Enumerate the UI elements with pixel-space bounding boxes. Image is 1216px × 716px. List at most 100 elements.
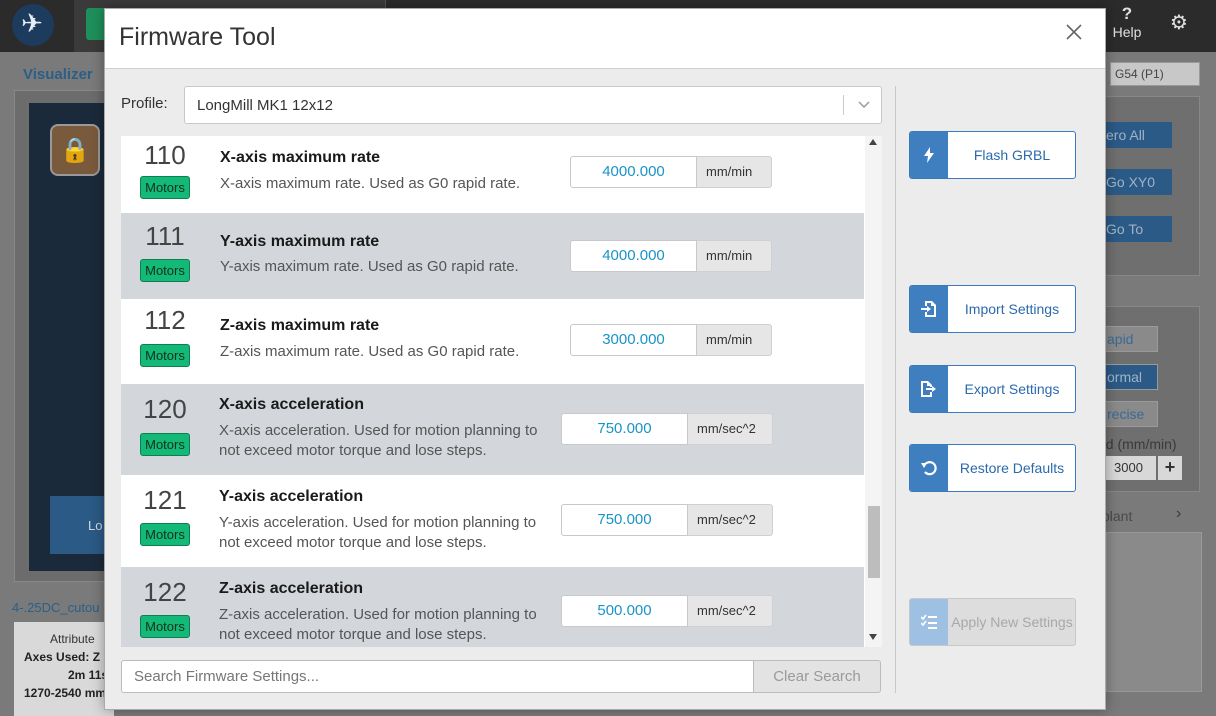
file-name: 4-.25DC_cutou — [12, 600, 100, 615]
modal-header: Firmware Tool — [105, 9, 1105, 69]
undo-icon — [910, 445, 948, 491]
import-settings-button[interactable]: Import Settings — [909, 285, 1076, 333]
setting-number: 111 — [145, 221, 185, 251]
setting-number: 112 — [144, 305, 186, 335]
range: 1270-2540 mm — [24, 686, 107, 700]
setting-value-input[interactable]: 500.000 — [561, 595, 688, 627]
setting-title: Y-axis acceleration — [219, 488, 364, 505]
export-settings-button[interactable]: Export Settings — [909, 365, 1076, 413]
setting-title: X-axis acceleration — [219, 396, 364, 413]
attributes-panel: Attribute Axes Used: Z 2m 11s 1270-2540 … — [14, 622, 114, 716]
apply-new-settings-button[interactable]: Apply New Settings — [909, 598, 1076, 646]
attributes-label: Attribute — [50, 632, 95, 646]
machine-image — [1106, 532, 1202, 692]
profile-value: LongMill MK1 12x12 — [197, 97, 333, 114]
feed-plus-button[interactable]: + — [1158, 456, 1182, 480]
clear-search-button[interactable]: Clear Search — [753, 660, 881, 693]
setting-row: 111 Motors Y-axis maximum rate Y-axis ma… — [121, 213, 864, 299]
setting-number: 120 — [143, 394, 187, 424]
category-badge: Motors — [140, 344, 190, 367]
category-badge: Motors — [140, 615, 190, 638]
search-settings-input[interactable] — [121, 660, 754, 693]
setting-description: Z-axis maximum rate. Used as G0 rapid ra… — [220, 343, 520, 360]
list-check-icon — [910, 599, 948, 645]
category-badge: Motors — [140, 176, 190, 199]
app-logo-icon[interactable] — [12, 4, 54, 46]
setting-unit: mm/min — [697, 324, 772, 356]
chevron-right-icon[interactable]: › — [1176, 505, 1181, 523]
setting-title: Z-axis acceleration — [219, 580, 364, 597]
rapid-button[interactable]: apid — [1100, 326, 1158, 352]
close-icon[interactable] — [1063, 21, 1085, 43]
implant-label: plant — [1102, 508, 1133, 524]
lightning-icon — [910, 132, 948, 178]
help-label: Help — [1112, 24, 1142, 40]
setting-unit: mm/sec^2 — [688, 413, 773, 445]
setting-number: 121 — [143, 485, 187, 515]
help-icon: ? — [1121, 4, 1133, 23]
scroll-up-arrow-icon[interactable] — [869, 139, 877, 145]
duration: 2m 11s — [68, 668, 109, 682]
setting-row: 112 Motors Z-axis maximum rate Z-axis ma… — [121, 299, 864, 384]
restore-defaults-button[interactable]: Restore Defaults — [909, 444, 1076, 492]
setting-value-input[interactable]: 750.000 — [561, 504, 688, 536]
setting-description: X-axis maximum rate. Used as G0 rapid ra… — [220, 175, 521, 192]
apply-new-settings-label: Apply New Settings — [951, 614, 1073, 630]
setting-value-input[interactable]: 3000.000 — [570, 324, 697, 356]
setting-description: Y-axis maximum rate. Used as G0 rapid ra… — [220, 258, 519, 275]
setting-row: 121 Motors Y-axis acceleration Y-axis ac… — [121, 475, 864, 567]
file-export-icon — [910, 366, 948, 412]
setting-unit: mm/sec^2 — [688, 595, 773, 627]
side-divider — [895, 86, 896, 693]
setting-description: Y-axis acceleration. Used for motion pla… — [219, 514, 537, 551]
axes-used: Axes Used: Z — [24, 650, 101, 664]
setting-value-input[interactable]: 4000.000 — [570, 240, 697, 272]
setting-value-input[interactable]: 750.000 — [561, 413, 688, 445]
setting-value-input[interactable]: 4000.000 — [570, 156, 697, 188]
firmware-tool-modal: Firmware Tool Profile: LongMill MK1 12x1… — [104, 8, 1106, 710]
setting-description: X-axis acceleration. Used for motion pla… — [219, 422, 538, 459]
setting-number: 110 — [144, 140, 186, 170]
chevron-down-icon[interactable] — [855, 95, 873, 113]
setting-row: 122 Motors Z-axis acceleration Z-axis ac… — [121, 567, 864, 647]
settings-scrollbar[interactable] — [865, 136, 882, 647]
normal-button[interactable]: ormal — [1100, 364, 1158, 390]
load-button[interactable]: Lo — [50, 496, 110, 554]
flash-grbl-label: Flash GRBL — [973, 147, 1051, 163]
settings-list[interactable]: 110 Motors X-axis maximum rate X-axis ma… — [121, 136, 882, 647]
setting-unit: mm/min — [697, 240, 772, 272]
scroll-thumb[interactable] — [868, 506, 880, 578]
setting-row: 120 Motors X-axis acceleration X-axis ac… — [121, 384, 864, 475]
profile-select[interactable]: LongMill MK1 12x12 — [184, 86, 882, 124]
setting-row: 110 Motors X-axis maximum rate X-axis ma… — [121, 136, 864, 213]
setting-title: X-axis maximum rate — [220, 149, 381, 166]
category-badge: Motors — [140, 433, 190, 456]
setting-description: Z-axis acceleration. Used for motion pla… — [219, 606, 537, 643]
feed-input[interactable]: 3000 — [1106, 456, 1156, 480]
restore-defaults-label: Restore Defaults — [959, 460, 1065, 476]
setting-unit: mm/sec^2 — [688, 504, 773, 536]
help-button[interactable]: ? Help — [1108, 4, 1146, 40]
setting-title: Y-axis maximum rate — [220, 233, 380, 250]
setting-unit: mm/min — [697, 156, 772, 188]
wcs-select[interactable]: G54 (P1) — [1110, 62, 1200, 86]
precise-button[interactable]: recise — [1100, 401, 1158, 427]
file-import-icon — [910, 286, 948, 332]
visualizer-label: Visualizer — [23, 66, 93, 83]
category-badge: Motors — [140, 523, 190, 546]
go-xy0-button[interactable]: Go XY0 — [1100, 169, 1172, 195]
feed-label: ed (mm/min) — [1098, 436, 1177, 452]
go-to-button[interactable]: Go To — [1100, 216, 1172, 242]
profile-label: Profile: — [121, 95, 168, 112]
import-settings-label: Import Settings — [964, 301, 1060, 317]
profile-divider — [843, 95, 844, 115]
flash-grbl-button[interactable]: Flash GRBL — [909, 131, 1076, 179]
scroll-down-arrow-icon[interactable] — [869, 634, 877, 640]
setting-title: Z-axis maximum rate — [220, 317, 380, 334]
setting-number: 122 — [143, 577, 187, 607]
zero-all-button[interactable]: ero All — [1100, 122, 1172, 148]
gear-icon[interactable]: ⚙ — [1170, 10, 1188, 34]
category-badge: Motors — [140, 259, 190, 282]
modal-title: Firmware Tool — [119, 23, 276, 51]
lock-icon[interactable]: 🔒 — [50, 124, 100, 176]
